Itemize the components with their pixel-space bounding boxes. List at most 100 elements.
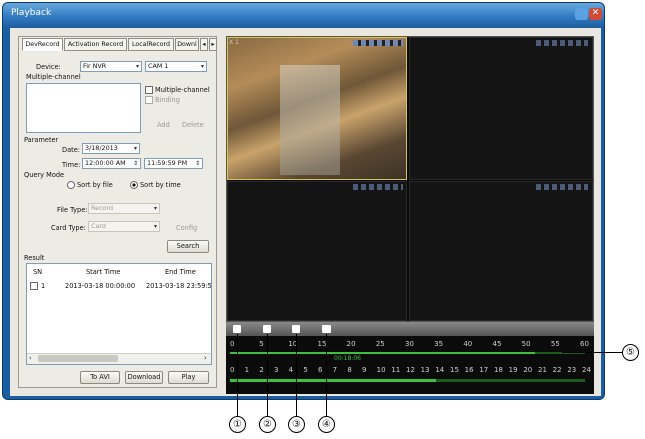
multi-channel-checkbox-label: Multiple-channel — [155, 86, 210, 94]
hour-tick-24: 24 — [582, 366, 591, 374]
sort-by-file-label: Sort by file — [77, 181, 113, 189]
hour-tick-5: 5 — [303, 366, 308, 374]
callout-4: ④ — [318, 416, 335, 433]
hour-tick-12: 12 — [406, 366, 415, 374]
hour-tick-13: 13 — [420, 366, 430, 374]
column-start-time: Start Time — [86, 268, 121, 276]
callout-3: ③ — [288, 416, 305, 433]
cell-2-toolbar-icons[interactable] — [536, 40, 588, 46]
tab-scroll-left[interactable]: ◂ — [200, 38, 208, 51]
minute-tick-35: 35 — [434, 340, 444, 348]
scroll-right-icon[interactable]: › — [204, 354, 207, 362]
hour-tick-7: 7 — [332, 366, 338, 374]
play-button[interactable]: Play — [168, 371, 209, 384]
binding-label: Binding — [155, 96, 180, 104]
hour-tick-10: 10 — [376, 366, 386, 374]
row-end-time: 2013-03-18 23:59:59 — [146, 282, 211, 290]
callout-line-4 — [326, 334, 327, 416]
to-avi-button[interactable]: To AVI — [80, 371, 120, 384]
file-type-select[interactable]: Record ▾ — [88, 203, 160, 214]
spinner-icon: ⇕ — [194, 160, 200, 167]
slow-button[interactable] — [292, 325, 300, 333]
current-time-label: 00:18:06 — [334, 355, 361, 362]
add-button[interactable]: Add — [157, 121, 170, 129]
callout-line-5 — [562, 352, 622, 353]
hour-tick-3: 3 — [274, 366, 279, 374]
cell-3-toolbar-icons[interactable] — [353, 184, 403, 190]
hour-tick-20: 20 — [523, 366, 533, 374]
pause-button[interactable] — [233, 325, 241, 333]
row-sn: 1 — [41, 282, 46, 290]
hour-tick-4: 4 — [288, 366, 294, 374]
minute-tick-0: 0 — [230, 340, 235, 348]
stop-button[interactable] — [263, 325, 271, 333]
hour-tick-16: 16 — [464, 366, 474, 374]
minute-tick-60: 60 — [580, 340, 589, 348]
time-start-input[interactable]: 12:00:00 AM ⇕ — [82, 158, 141, 169]
device-select[interactable]: Fir NVR ▾ — [80, 61, 142, 72]
channel-list[interactable] — [26, 83, 141, 133]
video-cell-2[interactable] — [409, 37, 593, 180]
device-value: Fir NVR — [83, 62, 107, 70]
date-value: 3/18/2013 — [85, 144, 118, 152]
row-start-time: 2013-03-18 00:00:00 — [65, 282, 136, 290]
file-type-value: Record — [91, 204, 114, 212]
hour-tick-0: 0 — [230, 366, 235, 374]
sort-by-time-label: Sort by time — [140, 181, 181, 189]
row-checkbox[interactable] — [30, 282, 38, 290]
scroll-left-icon[interactable]: ‹ — [29, 354, 32, 362]
callout-5: ⑤ — [622, 344, 639, 361]
camera-select[interactable]: CAM 1 ▾ — [145, 61, 207, 72]
callout-line-2 — [267, 334, 268, 416]
minute-tick-25: 25 — [375, 340, 385, 348]
hour-tick-1: 1 — [244, 366, 250, 374]
cell-1-toolbar-icons[interactable] — [353, 40, 403, 46]
card-type-label: Card Type: — [51, 224, 86, 232]
tab-activation-record[interactable]: Activation Record — [64, 38, 127, 51]
hour-tick-11: 11 — [391, 366, 401, 374]
callout-line-1 — [237, 334, 238, 416]
video-cell-4[interactable] — [409, 181, 593, 321]
scrollbar-thumb[interactable] — [38, 355, 118, 362]
warehouse-aisle — [280, 65, 340, 175]
time-start-value: 12:00:00 AM — [85, 159, 126, 167]
tab-localrecord[interactable]: LocalRecord — [128, 38, 174, 51]
chevron-down-icon: ▾ — [200, 63, 204, 70]
hour-tick-19: 19 — [508, 366, 518, 374]
minute-tick-50: 50 — [521, 340, 531, 348]
download-button[interactable]: Download — [125, 371, 163, 384]
help-icon[interactable] — [575, 8, 588, 20]
hour-tick-18: 18 — [494, 366, 503, 374]
callout-1: ① — [229, 416, 246, 433]
minute-tick-20: 20 — [346, 340, 356, 348]
spinner-icon: ⇕ — [132, 160, 138, 167]
tab-scroll-right[interactable]: ▸ — [209, 38, 217, 51]
multi-channel-checkbox[interactable] — [145, 86, 153, 94]
card-type-select[interactable]: Card ▾ — [88, 221, 160, 232]
fast-forward-button[interactable] — [322, 325, 331, 333]
time-end-input[interactable]: 11:59:59 PM ⇕ — [144, 158, 203, 169]
query-mode-label: Query Mode — [24, 171, 65, 179]
video-cell-3[interactable] — [227, 181, 407, 321]
delete-button[interactable]: Delete — [182, 121, 204, 129]
title-bar — [3, 3, 604, 27]
tab-download[interactable]: Downl — [175, 38, 199, 51]
result-table — [26, 263, 212, 365]
time-label: Time: — [62, 161, 81, 169]
binding-checkbox[interactable] — [145, 96, 153, 104]
hour-progress-bar — [230, 379, 436, 382]
search-button[interactable]: Search — [167, 240, 209, 253]
tab-devrecord[interactable]: DevRecord — [22, 38, 63, 51]
chevron-down-icon: ▾ — [133, 145, 137, 152]
sort-by-file-radio[interactable] — [67, 181, 75, 189]
sort-by-time-radio[interactable] — [130, 181, 138, 189]
device-label: Device: — [36, 63, 61, 71]
hour-tick-22: 22 — [552, 366, 562, 374]
minute-tick-45: 45 — [492, 340, 502, 348]
hour-tick-21: 21 — [538, 366, 547, 374]
config-button[interactable]: Config — [176, 224, 197, 232]
chevron-down-icon: ▾ — [153, 205, 157, 212]
date-picker[interactable]: 3/18/2013 ▾ — [82, 143, 140, 154]
cell-4-toolbar-icons[interactable] — [536, 184, 588, 190]
close-icon[interactable]: ✕ — [589, 8, 602, 20]
